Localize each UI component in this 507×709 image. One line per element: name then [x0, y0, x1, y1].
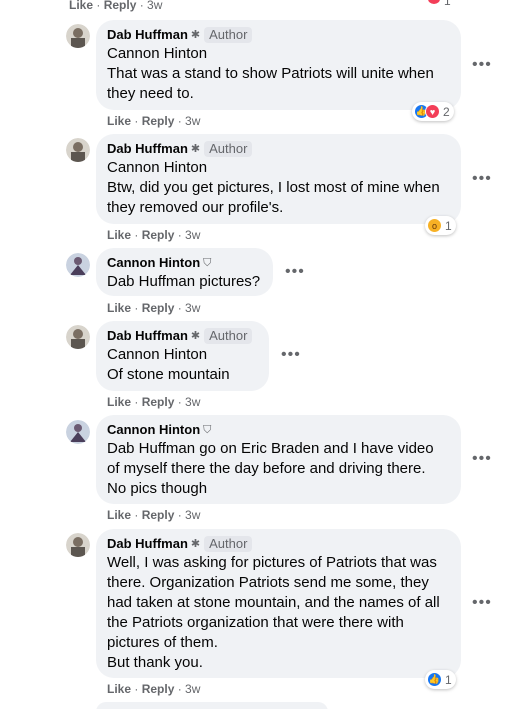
mention-link[interactable]: Cannon Hinton: [107, 158, 449, 178]
comment-actions: Like · Reply · 3w: [107, 228, 201, 242]
comment-body: That was a stand to show Patriots will u…: [107, 65, 434, 102]
avatar-cannon-hinton[interactable]: [66, 420, 90, 444]
comment-bubble: Dab Huffman ✱ Author Cannon Hinton Btw, d…: [96, 134, 461, 224]
reaction-count: 1: [444, 0, 451, 8]
timestamp[interactable]: 3w: [185, 682, 200, 696]
like-link[interactable]: Like: [69, 0, 93, 12]
reactions-summary[interactable]: 👍 1: [425, 670, 456, 689]
more-options-icon[interactable]: •••: [472, 451, 492, 467]
next-comment-bubble: [96, 702, 328, 709]
timestamp[interactable]: 3w: [147, 0, 162, 12]
comment-bubble: Dab Huffman ✱ Author Cannon Hinton Of sto…: [96, 321, 269, 391]
comment-actions: Like · Reply · 3w: [107, 682, 201, 696]
timestamp[interactable]: 3w: [185, 228, 200, 242]
more-options-icon[interactable]: •••: [285, 264, 305, 280]
mention-link[interactable]: Dab Huffman: [107, 273, 195, 290]
mention-link[interactable]: Cannon Hinton: [107, 44, 449, 64]
comment-actions: Like · Reply · 3w: [107, 395, 201, 409]
more-options-icon[interactable]: •••: [281, 347, 301, 363]
reply-link[interactable]: Reply: [142, 114, 175, 128]
reply-link[interactable]: Reply: [142, 228, 175, 242]
like-link[interactable]: Like: [107, 508, 131, 522]
timestamp[interactable]: 3w: [185, 395, 200, 409]
avatar-dab-huffman[interactable]: [66, 24, 90, 48]
author-name[interactable]: Dab Huffman: [107, 536, 188, 552]
comment-bubble: Dab Huffman ✱ Author Well, I was asking …: [96, 529, 461, 678]
comment-text: Cannon Hinton That was a stand to show Pa…: [107, 44, 449, 104]
mention-link[interactable]: Cannon Hinton: [107, 345, 257, 365]
like-icon: 👍: [427, 672, 442, 687]
comment-bubble: Cannon Hinton ⛉ Dab Huffman pictures?: [96, 248, 273, 296]
comment-actions: Like · Reply · 3w: [107, 301, 201, 315]
shield-icon: ⛉: [203, 257, 212, 269]
reply-link[interactable]: Reply: [142, 301, 175, 315]
more-options-icon[interactable]: •••: [472, 171, 492, 187]
shield-icon: ⛉: [203, 424, 212, 436]
love-icon: ♥: [425, 104, 440, 119]
like-link[interactable]: Like: [107, 682, 131, 696]
like-link[interactable]: Like: [107, 114, 131, 128]
comment-text: Cannon Hinton Btw, did you get pictures, …: [107, 158, 449, 218]
author-badge: Author: [204, 141, 253, 157]
reply-link[interactable]: Reply: [104, 0, 137, 12]
wow-icon: o: [427, 218, 442, 233]
author-badge: Author: [204, 27, 253, 43]
like-link[interactable]: Like: [107, 301, 131, 315]
reply-link[interactable]: Reply: [142, 682, 175, 696]
like-link[interactable]: Like: [107, 395, 131, 409]
comment-text: Dab Huffman pictures?: [107, 272, 261, 292]
comment-body: Well, I was asking for pictures of Patri…: [107, 554, 440, 671]
love-icon[interactable]: [426, 0, 442, 6]
avatar-dab-huffman[interactable]: [66, 325, 90, 349]
comment-text: Dab Huffman go on Eric Braden and I have…: [107, 439, 449, 499]
top-fan-icon: ✱: [190, 29, 201, 41]
author-badge: Author: [204, 328, 253, 344]
avatar-dab-huffman[interactable]: [66, 533, 90, 557]
reactions-summary[interactable]: o1: [425, 216, 456, 235]
timestamp[interactable]: 3w: [185, 301, 200, 315]
reaction-count: 1: [445, 672, 452, 687]
mention-link[interactable]: Dab Huffman: [107, 440, 195, 457]
author-name[interactable]: Cannon Hinton: [107, 255, 200, 271]
top-fan-icon: ✱: [190, 538, 201, 550]
top-fan-icon: ✱: [190, 330, 201, 342]
like-link[interactable]: Like: [107, 228, 131, 242]
comment-bubble: Cannon Hinton ⛉ Dab Huffman go on Eric B…: [96, 415, 461, 504]
reply-link[interactable]: Reply: [142, 508, 175, 522]
timestamp[interactable]: 3w: [185, 508, 200, 522]
comment-text: Cannon Hinton Of stone mountain: [107, 345, 257, 385]
previous-comment-actions: Like · Reply · 3w: [69, 0, 163, 12]
timestamp[interactable]: 3w: [185, 114, 200, 128]
more-options-icon[interactable]: •••: [472, 57, 492, 73]
comment-bubble: Dab Huffman ✱ Author Cannon Hinton That w…: [96, 20, 461, 110]
comment-actions: Like · Reply · 3w: [107, 508, 201, 522]
reactions-summary[interactable]: 👍 ♥ 2: [412, 102, 454, 121]
reply-link[interactable]: Reply: [142, 395, 175, 409]
author-badge: Author: [204, 536, 253, 552]
comment-body: Btw, did you get pictures, I lost most o…: [107, 179, 440, 216]
comment-body: pictures?: [195, 273, 261, 290]
reaction-count: 2: [443, 104, 450, 119]
reaction-count: 1: [445, 218, 452, 233]
author-name[interactable]: Dab Huffman: [107, 141, 188, 157]
author-name[interactable]: Dab Huffman: [107, 27, 188, 43]
top-fan-icon: ✱: [190, 143, 201, 155]
author-name[interactable]: Dab Huffman: [107, 328, 188, 344]
avatar-dab-huffman[interactable]: [66, 138, 90, 162]
comment-body: Of stone mountain: [107, 366, 230, 383]
more-options-icon[interactable]: •••: [472, 595, 492, 611]
author-name[interactable]: Cannon Hinton: [107, 422, 200, 438]
comment-actions: Like · Reply · 3w: [107, 114, 201, 128]
avatar-cannon-hinton[interactable]: [66, 253, 90, 277]
